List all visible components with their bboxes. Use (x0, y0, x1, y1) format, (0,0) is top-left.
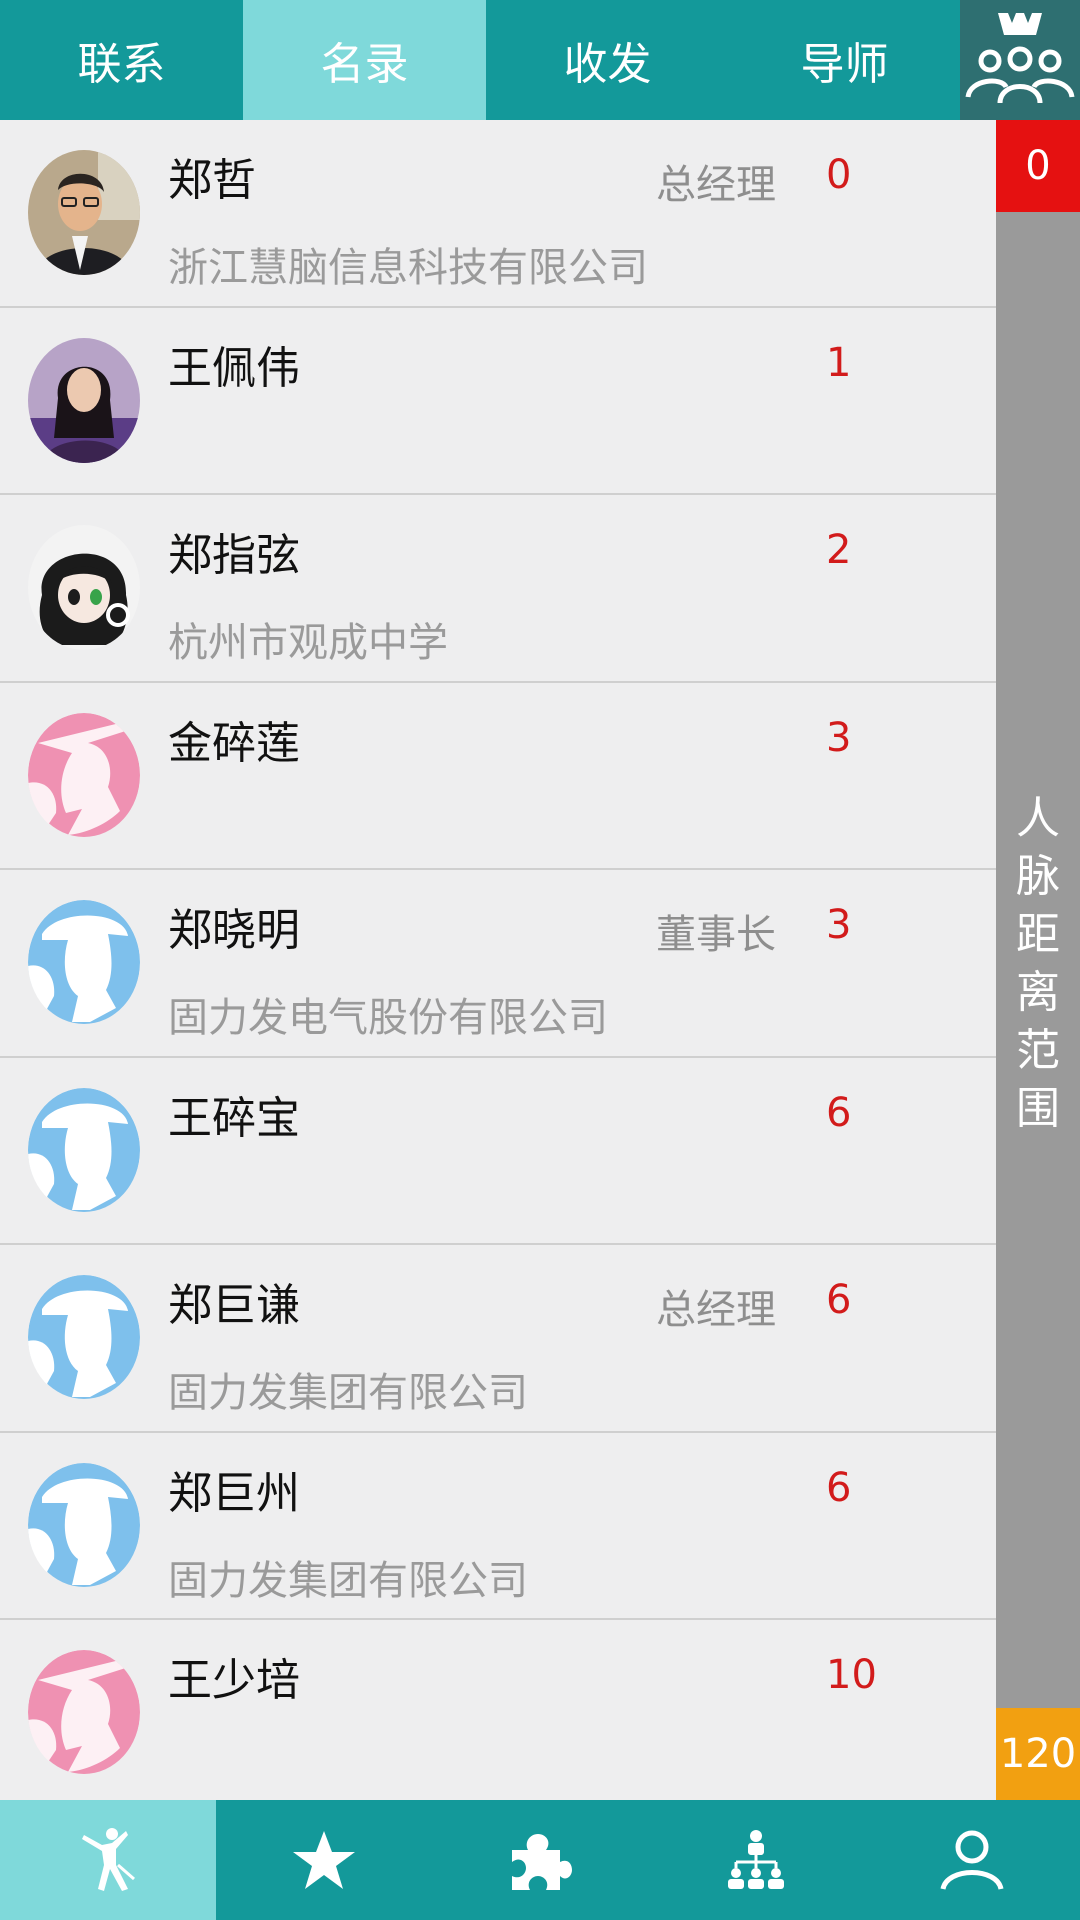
contact-company: 杭州市观成中学 (168, 620, 448, 666)
tab-label: 名录 (320, 39, 409, 90)
top-tab-bar: 联系 名录 收发 导师 (0, 0, 1080, 120)
org-chart-icon (728, 1830, 784, 1889)
nav-dancer[interactable] (0, 1800, 216, 1920)
contact-title: 总经理 (656, 1287, 776, 1333)
contact-distance: 6 (826, 1089, 852, 1136)
tab-directory[interactable]: 名录 (243, 0, 486, 120)
group-button[interactable] (960, 0, 1080, 120)
contact-list: 郑哲 总经理 0 浙江慧脑信息科技有限公司 王佩伟 1 郑指弦 2 杭州市观成中… (0, 120, 996, 1800)
contact-row[interactable]: 王碎宝 6 (0, 1057, 996, 1245)
contact-name: 郑巨州 (168, 1467, 300, 1519)
contact-row[interactable]: 郑巨谦 总经理 6 固力发集团有限公司 (0, 1245, 996, 1433)
range-label-text: 人 脉 距 离 范 围 (1016, 793, 1060, 1134)
nav-plugins[interactable] (432, 1800, 648, 1920)
male-default-avatar-icon (28, 1087, 140, 1213)
tab-label: 联系 (77, 39, 166, 90)
male-default-avatar-icon (28, 900, 140, 1025)
female-default-avatar-icon (28, 1650, 140, 1775)
tab-label: 收发 (563, 39, 652, 90)
contact-distance: 6 (826, 1277, 852, 1323)
range-label: 人 脉 距 离 范 围 (996, 790, 1080, 1138)
contact-distance: 10 (826, 1652, 877, 1698)
group-people-icon (965, 13, 1075, 104)
contact-company: 固力发电气股份有限公司 (168, 995, 608, 1041)
range-max[interactable]: 120 (996, 1708, 1080, 1800)
person-icon (940, 1830, 1004, 1890)
contact-title: 董事长 (656, 912, 776, 958)
contact-name: 金碎莲 (168, 717, 300, 769)
contact-company: 浙江慧脑信息科技有限公司 (168, 245, 648, 291)
nav-profile[interactable] (864, 1800, 1080, 1920)
contact-row[interactable]: 金碎莲 3 (0, 682, 996, 870)
female-default-avatar-icon (28, 712, 140, 838)
contact-row[interactable]: 王少培 10 (0, 1620, 996, 1800)
contact-distance: 2 (826, 527, 852, 573)
contact-company: 固力发集团有限公司 (168, 1557, 528, 1604)
contact-title: 总经理 (656, 162, 776, 208)
contact-name: 郑哲 (168, 155, 256, 206)
contact-row[interactable]: 郑哲 总经理 0 浙江慧脑信息科技有限公司 (0, 120, 996, 308)
contact-row[interactable]: 郑巨州 6 固力发集团有限公司 (0, 1432, 996, 1620)
nav-organization[interactable] (648, 1800, 864, 1920)
bottom-navigation (0, 1800, 1080, 1920)
contact-company: 固力发集团有限公司 (168, 1370, 528, 1416)
contact-distance: 3 (826, 714, 852, 761)
star-icon (293, 1831, 355, 1889)
nav-favorites[interactable] (216, 1800, 432, 1920)
contact-name: 王佩伟 (168, 342, 300, 394)
contact-row[interactable]: 王佩伟 1 (0, 307, 996, 495)
contact-name: 郑指弦 (168, 530, 300, 581)
contact-row[interactable]: 郑晓明 董事长 3 固力发电气股份有限公司 (0, 870, 996, 1058)
male-default-avatar-icon (28, 1462, 140, 1588)
contact-row[interactable]: 郑指弦 2 杭州市观成中学 (0, 495, 996, 683)
tab-mentor[interactable]: 导师 (729, 0, 960, 120)
contact-name: 郑晓明 (168, 905, 300, 956)
tab-send-receive[interactable]: 收发 (486, 0, 729, 120)
range-min[interactable]: 0 (996, 120, 1080, 212)
anime-avatar-icon (28, 525, 140, 650)
contact-name: 郑巨谦 (168, 1280, 300, 1331)
contact-name: 王少培 (168, 1655, 300, 1706)
contact-name: 王碎宝 (168, 1092, 300, 1144)
contact-distance: 3 (826, 902, 852, 948)
photo-woman-icon (28, 337, 140, 463)
contact-distance: 1 (826, 339, 852, 386)
contact-distance: 6 (826, 1464, 852, 1511)
tab-label: 导师 (800, 39, 889, 90)
dancer-icon (82, 1828, 135, 1891)
tab-contacts[interactable]: 联系 (0, 0, 243, 120)
puzzle-icon (512, 1834, 572, 1890)
contact-distance: 0 (826, 152, 852, 198)
distance-range-bar[interactable]: 0 人 脉 距 离 范 围 120 (996, 120, 1080, 1800)
photo-man-icon (28, 150, 140, 275)
male-default-avatar-icon (28, 1275, 140, 1400)
